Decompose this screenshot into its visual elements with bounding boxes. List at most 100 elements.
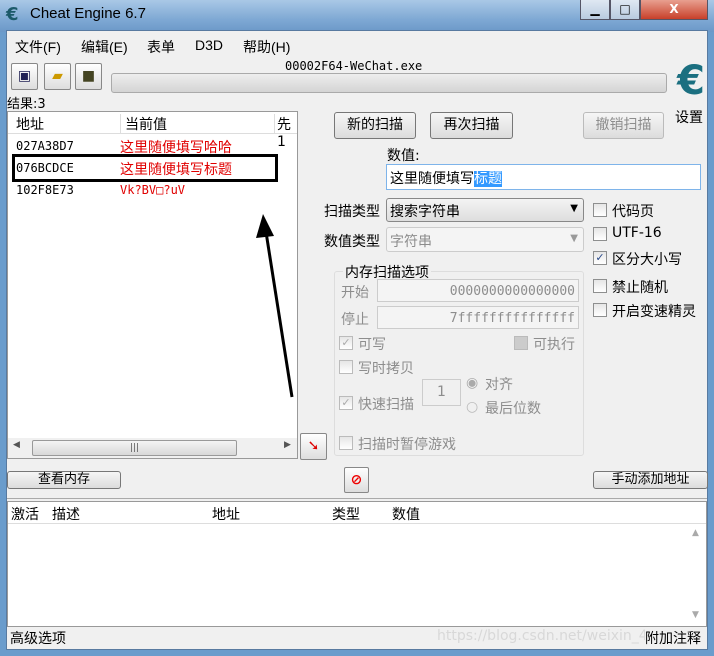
column-value[interactable]: 当前值 <box>120 114 167 134</box>
no-random-checkbox[interactable] <box>593 279 607 293</box>
process-name: 00002F64-WeChat.exe <box>285 59 423 73</box>
watermark: https://blog.csdn.net/weixin_4 <box>437 628 648 644</box>
result-row[interactable]: 102F8E73 Vk?BV□?uV <box>8 181 297 201</box>
scan-type-select[interactable]: 搜索字符串 ▼ <box>386 198 584 222</box>
result-row[interactable]: 076BCDCE 这里随便填写标题 <box>12 154 278 182</box>
chevron-down-icon: ▼ <box>570 203 578 214</box>
pause-game-checkbox[interactable] <box>339 436 353 450</box>
column-description[interactable]: 描述 <box>52 504 80 524</box>
last-digits-label: 最后位数 <box>485 401 541 417</box>
scroll-left-icon[interactable]: ◀ <box>13 440 20 450</box>
value-type-select[interactable]: 字符串 ▼ <box>386 227 584 252</box>
utf16-label: UTF-16 <box>612 225 662 241</box>
value-type-label: 数值类型 <box>324 234 380 250</box>
red-arrow-icon: ➘ <box>307 438 320 454</box>
window-title: Cheat Engine 6.7 <box>30 5 146 22</box>
last-digits-radio[interactable]: ○ <box>466 399 478 415</box>
column-value[interactable]: 数值 <box>392 504 420 524</box>
scroll-right-icon[interactable]: ▶ <box>284 440 291 450</box>
fast-scan-checkbox[interactable]: ✓ <box>339 396 353 410</box>
value-type-value: 字符串 <box>390 234 432 250</box>
main-window: 文件(F) 编辑(E) 表单 D3D 帮助(H) ▣ ▰ ■ 00002F64-… <box>6 30 708 650</box>
value-label: 数值: <box>387 148 420 164</box>
speedhack-label: 开启变速精灵 <box>612 304 696 320</box>
maximize-button[interactable]: □ <box>610 0 640 20</box>
align-radio[interactable]: ◉ <box>466 375 478 391</box>
menu-help[interactable]: 帮助(H) <box>243 37 290 57</box>
scan-type-value: 搜索字符串 <box>390 204 460 220</box>
undo-scan-button[interactable]: 撤销扫描 <box>583 112 664 139</box>
stop-address-input[interactable]: 7fffffffffffffff <box>377 306 579 329</box>
close-button[interactable]: X <box>640 0 708 20</box>
scan-type-label: 扫描类型 <box>324 204 380 220</box>
scroll-down-icon[interactable]: ▼ <box>692 610 699 620</box>
settings-label[interactable]: 设置 <box>675 107 703 127</box>
column-previous[interactable]: 先1 <box>274 114 297 150</box>
address-table[interactable]: 激活 描述 地址 类型 数值 ▲ ▼ <box>7 501 707 627</box>
scrollbar-thumb[interactable]: ||| <box>32 440 237 456</box>
menu-table[interactable]: 表单 <box>147 37 175 57</box>
case-sensitive-checkbox[interactable]: ✓ <box>593 251 607 265</box>
table-comments[interactable]: 附加注释 <box>645 628 701 648</box>
add-address-manually-button[interactable]: 手动添加地址 <box>593 471 708 489</box>
next-scan-button[interactable]: 再次扫描 <box>430 112 513 139</box>
results-count: 结果:3 <box>7 97 46 112</box>
speedhack-checkbox[interactable] <box>593 303 607 317</box>
menu-d3d[interactable]: D3D <box>195 37 223 53</box>
codepage-checkbox[interactable] <box>593 203 607 217</box>
floppy-icon: ■ <box>81 68 96 84</box>
address-table-header: 激活 描述 地址 类型 数值 <box>8 502 706 524</box>
copy-on-write-label: 写时拷贝 <box>358 361 414 377</box>
result-address: 027A38D7 <box>16 139 74 153</box>
splitter[interactable] <box>7 495 707 499</box>
vertical-scrollbar[interactable]: ▲ ▼ <box>688 526 706 626</box>
result-address: 102F8E73 <box>16 183 74 197</box>
no-random-label: 禁止随机 <box>612 280 668 296</box>
add-to-list-button[interactable]: ➘ <box>300 433 327 460</box>
executable-checkbox[interactable] <box>514 336 528 350</box>
column-address[interactable]: 地址 <box>16 114 44 134</box>
result-value: 这里随便填写标题 <box>120 162 232 178</box>
results-header: 地址 当前值 先1 <box>8 112 297 150</box>
start-address-input[interactable]: 0000000000000000 <box>377 279 579 302</box>
pause-game-label: 扫描时暂停游戏 <box>358 437 456 453</box>
scan-progress-bar <box>111 73 667 93</box>
horizontal-scrollbar[interactable]: ◀ ||| ▶ <box>8 438 297 458</box>
app-logo-icon: € <box>6 4 19 25</box>
value-selection: 标题 <box>474 171 502 187</box>
copy-on-write-checkbox[interactable] <box>339 360 353 374</box>
writable-checkbox[interactable]: ✓ <box>339 336 353 350</box>
stop-label: 停止 <box>341 312 369 328</box>
title-bar: € Cheat Engine 6.7 ▁ □ X <box>0 0 714 32</box>
column-address[interactable]: 地址 <box>212 504 240 524</box>
menu-file[interactable]: 文件(F) <box>15 37 61 57</box>
value-text: 这里随便填写 <box>390 171 474 187</box>
value-input[interactable]: 这里随便填写标题 <box>386 164 701 190</box>
advanced-options[interactable]: 高级选项 <box>10 628 66 648</box>
computer-icon: ▣ <box>17 68 32 84</box>
chevron-down-icon: ▼ <box>570 233 578 244</box>
executable-label: 可执行 <box>533 337 575 353</box>
fast-scan-stepper[interactable]: 1 <box>422 379 461 406</box>
new-scan-button[interactable]: 新的扫描 <box>334 112 416 139</box>
memory-scan-options-group: 内存扫描选项 开始 0000000000000000 停止 7fffffffff… <box>334 262 584 456</box>
result-value: Vk?BV□?uV <box>120 183 186 197</box>
menu-edit[interactable]: 编辑(E) <box>81 37 128 57</box>
column-type[interactable]: 类型 <box>332 504 360 524</box>
view-memory-button[interactable]: 查看内存 <box>7 471 121 489</box>
utf16-checkbox[interactable] <box>593 227 607 241</box>
column-active[interactable]: 激活 <box>11 504 39 524</box>
folder-icon: ▰ <box>52 68 63 84</box>
case-sensitive-label: 区分大小写 <box>612 252 682 268</box>
minimize-button[interactable]: ▁ <box>580 0 610 20</box>
open-file-button[interactable]: ▰ <box>44 63 71 90</box>
results-list[interactable]: 地址 当前值 先1 027A38D7 这里随便填写哈哈 076BCDCE 这里随… <box>7 111 298 459</box>
annotation-arrow <box>256 214 294 398</box>
stop-scan-button[interactable]: ⊘ <box>344 467 369 493</box>
start-label: 开始 <box>341 285 369 301</box>
codepage-label: 代码页 <box>612 204 654 220</box>
save-button[interactable]: ■ <box>75 63 102 90</box>
ce-logo-icon[interactable]: € <box>673 57 709 105</box>
scroll-up-icon[interactable]: ▲ <box>692 528 699 538</box>
open-process-button[interactable]: ▣ <box>11 63 38 90</box>
